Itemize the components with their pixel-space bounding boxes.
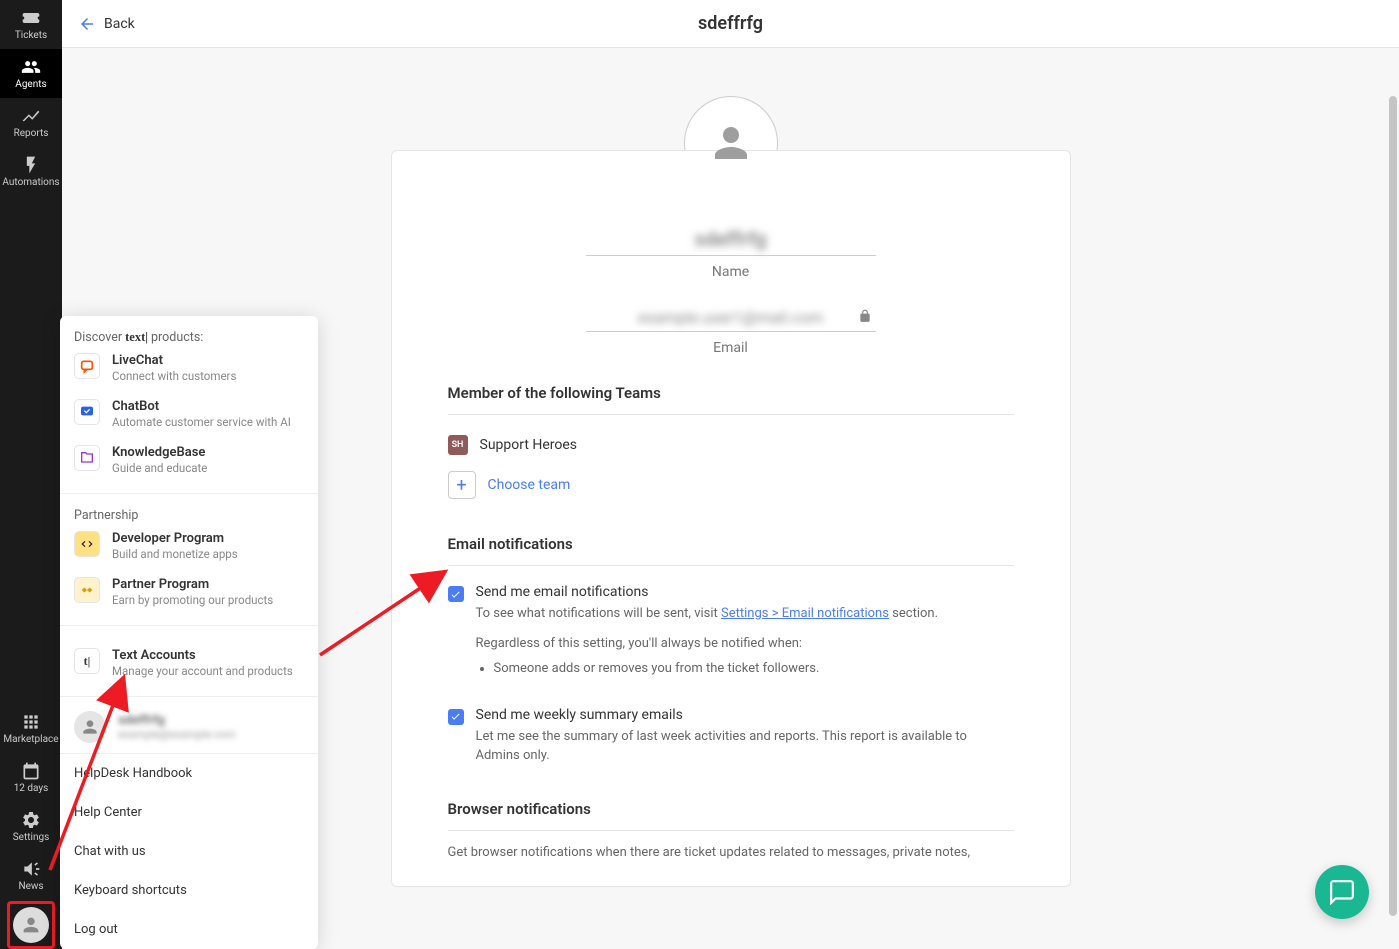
checkbox-label: Send me email notifications: [476, 584, 1014, 600]
email-notifications-heading: Email notifications: [448, 535, 1014, 563]
email-input: example.user1@mail.com: [586, 304, 876, 332]
sidebar-label: Reports: [14, 128, 49, 139]
gear-icon: [21, 810, 41, 830]
browser-description: Get browser notifications when there are…: [448, 843, 1014, 863]
sidebar-label: News: [18, 881, 43, 892]
megaphone-icon: [21, 859, 41, 879]
sidebar-label: Automations: [2, 177, 59, 188]
name-label: Name: [448, 264, 1014, 280]
knowledgebase-icon: [74, 445, 100, 471]
choose-team-label: Choose team: [488, 477, 571, 493]
sidebar-item-automations[interactable]: Automations: [0, 147, 62, 196]
person-icon: [707, 119, 755, 167]
popup-discover-heading: Discover text| products:: [74, 330, 304, 345]
plus-icon: +: [448, 471, 476, 499]
page-title: sdeffrfg: [698, 13, 763, 34]
left-sidebar: Tickets Agents Reports Automations Marke…: [0, 0, 62, 949]
popup-item-livechat[interactable]: LiveChatConnect with customers: [74, 345, 304, 391]
profile-popup: Discover text| products: LiveChatConnect…: [60, 316, 318, 949]
profile-card: sdeffrfg Name example.user1@mail.com Ema…: [391, 150, 1071, 887]
popup-item-accounts[interactable]: t| Text AccountsManage your account and …: [74, 640, 304, 686]
sidebar-item-settings[interactable]: Settings: [0, 802, 62, 851]
developer-icon: [74, 531, 100, 557]
scrollbar[interactable]: [1387, 96, 1399, 949]
chat-fab[interactable]: [1315, 865, 1369, 919]
choose-team-button[interactable]: + Choose team: [448, 463, 1014, 507]
sidebar-label: Settings: [13, 832, 50, 843]
avatar-icon: [74, 711, 106, 743]
popup-link-handbook[interactable]: HelpDesk Handbook: [60, 754, 318, 793]
avatar-icon: [13, 907, 49, 943]
checkbox-description: To see what notifications will be sent, …: [476, 604, 1014, 679]
name-value: sdeffrfg: [694, 227, 766, 251]
popup-item-developer[interactable]: Developer ProgramBuild and monetize apps: [74, 523, 304, 569]
sidebar-item-reports[interactable]: Reports: [0, 98, 62, 147]
checkbox-email-notifications: Send me email notifications To see what …: [448, 578, 1014, 685]
sidebar-item-tickets[interactable]: Tickets: [0, 0, 62, 49]
sidebar-label: Tickets: [15, 30, 47, 41]
back-label: Back: [104, 16, 135, 32]
name-field-group: sdeffrfg Name: [448, 223, 1014, 280]
back-button[interactable]: Back: [78, 15, 135, 33]
grid-icon: [21, 712, 41, 732]
checkbox-weekly-summary: Send me weekly summary emails Let me see…: [448, 701, 1014, 772]
popup-item-chatbot[interactable]: ChatBotAutomate customer service with AI: [74, 391, 304, 437]
settings-email-link[interactable]: Settings > Email notifications: [721, 606, 889, 621]
sidebar-label: Marketplace: [3, 734, 58, 745]
sidebar-profile-button[interactable]: [0, 900, 62, 949]
handshake-icon: [74, 577, 100, 603]
bolt-icon: [21, 155, 41, 175]
calendar-icon: [21, 761, 41, 781]
email-value: example.user1@mail.com: [638, 308, 823, 327]
name-input[interactable]: sdeffrfg: [586, 223, 876, 256]
sidebar-item-trial[interactable]: 12 days: [0, 753, 62, 802]
popup-link-shortcuts[interactable]: Keyboard shortcuts: [60, 871, 318, 910]
popup-item-knowledgebase[interactable]: KnowledgeBaseGuide and educate: [74, 437, 304, 483]
popup-link-logout[interactable]: Log out: [60, 910, 318, 949]
sidebar-label: 12 days: [14, 783, 49, 794]
checkbox-description: Let me see the summary of last week acti…: [476, 727, 1014, 766]
livechat-icon: [74, 353, 100, 379]
ticket-icon: [21, 8, 41, 28]
sidebar-item-news[interactable]: News: [0, 851, 62, 900]
popup-link-helpcenter[interactable]: Help Center: [60, 793, 318, 832]
team-name: Support Heroes: [480, 437, 578, 453]
team-badge: SH: [448, 435, 468, 455]
sidebar-label: Agents: [15, 79, 46, 90]
sidebar-item-marketplace[interactable]: Marketplace: [0, 704, 62, 753]
checkbox-label: Send me weekly summary emails: [476, 707, 1014, 723]
browser-notifications-heading: Browser notifications: [448, 800, 1014, 828]
topbar: Back sdeffrfg: [62, 0, 1399, 48]
popup-item-partner[interactable]: Partner ProgramEarn by promoting our pro…: [74, 569, 304, 615]
popup-partnership-heading: Partnership: [74, 508, 304, 523]
text-accounts-icon: t|: [74, 648, 100, 674]
popup-link-chat[interactable]: Chat with us: [60, 832, 318, 871]
email-field-group: example.user1@mail.com Email: [448, 304, 1014, 356]
agents-icon: [21, 57, 41, 77]
email-label: Email: [448, 340, 1014, 356]
reports-icon: [21, 106, 41, 126]
teams-heading: Member of the following Teams: [448, 384, 1014, 412]
sidebar-item-agents[interactable]: Agents: [0, 49, 62, 98]
checkbox-input[interactable]: [448, 586, 464, 602]
arrow-left-icon: [78, 15, 96, 33]
chatbot-icon: [74, 399, 100, 425]
popup-user-info[interactable]: sdeffrfgexample@example.com: [74, 711, 304, 743]
team-row: SH Support Heroes: [448, 427, 1014, 463]
lock-icon: [858, 308, 872, 327]
checkbox-input[interactable]: [448, 709, 464, 725]
chat-icon: [1329, 879, 1355, 905]
